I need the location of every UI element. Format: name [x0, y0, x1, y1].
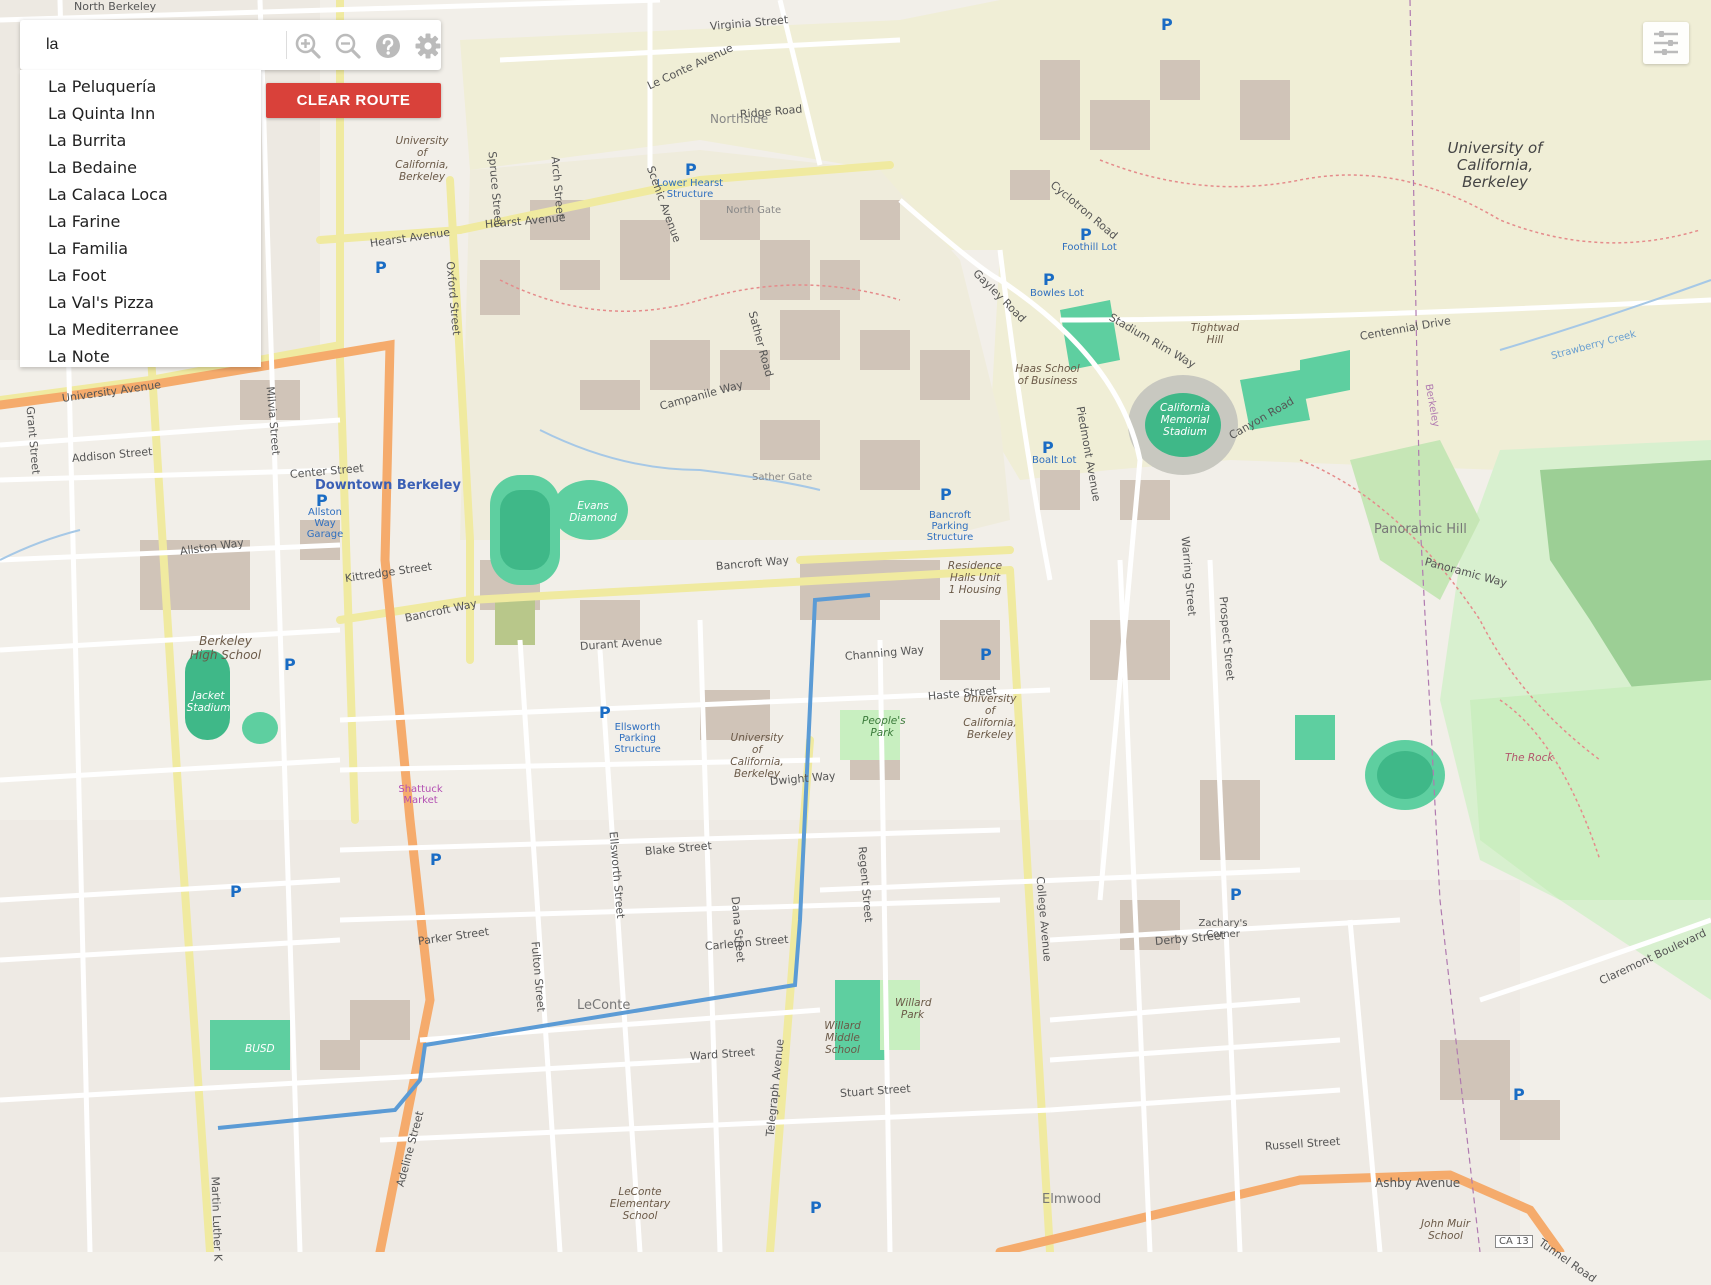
suggestion-item[interactable]: La Val's Pizza: [20, 289, 261, 316]
label-ca13: CA 13: [1495, 1235, 1533, 1248]
svg-text:P: P: [599, 703, 611, 722]
svg-text:P: P: [230, 882, 242, 901]
label-boalt-lot: Boalt Lot: [1032, 455, 1077, 466]
label-evans-diamond: Evans Diamond: [569, 500, 617, 524]
label-bancroft-parking: Bancroft Parking Structure: [926, 510, 974, 543]
svg-text:P: P: [284, 655, 296, 674]
label-leconte-school: LeConte Elementary School: [609, 1186, 671, 1222]
label-berkeley-high: Berkeley High School: [189, 634, 262, 662]
suggestion-item[interactable]: La Burrita: [20, 127, 261, 154]
zoom-out-button[interactable]: [332, 30, 364, 62]
label-downtown: Downtown Berkeley: [315, 478, 461, 493]
gear-icon: [415, 33, 441, 59]
svg-text:P: P: [940, 485, 952, 504]
search-input[interactable]: [30, 29, 275, 61]
label-residence-halls: Residence Halls Unit 1 Housing: [947, 560, 1003, 596]
label-uc-berkeley: University of California, Berkeley: [1447, 139, 1543, 191]
label-foothill-lot: Foothill Lot: [1062, 242, 1117, 253]
label-busd: BUSD: [245, 1043, 275, 1055]
svg-text:P: P: [1043, 270, 1055, 289]
label-uc-berkeley-west: University of California, Berkeley: [395, 135, 449, 183]
label-north-gate: North Gate: [726, 205, 782, 216]
svg-text:P: P: [980, 645, 992, 664]
layers-icon: [1654, 31, 1678, 55]
label-jacket-stadium: Jacket Stadium: [186, 690, 231, 714]
label-peoples-park: People's Park: [862, 715, 906, 739]
label-bowles-lot: Bowles Lot: [1030, 288, 1084, 299]
zoom-in-button[interactable]: [292, 30, 324, 62]
svg-text:P: P: [1161, 15, 1173, 34]
svg-text:P: P: [1230, 885, 1242, 904]
svg-text:P: P: [685, 160, 697, 179]
zoom-out-icon: [335, 33, 361, 59]
help-icon: [376, 34, 400, 58]
street-ashby-ave: Ashby Avenue: [1375, 1176, 1461, 1190]
label-haas: Haas School of Business: [1015, 363, 1080, 387]
label-john-muir: John Muir School: [1420, 1218, 1471, 1242]
suggestion-item[interactable]: La Farine: [20, 208, 261, 235]
suggestion-item[interactable]: La Foot: [20, 262, 261, 289]
label-uc-berkeley-s1: University of California, Berkeley: [963, 693, 1017, 741]
label-ellsworth-parking: Ellsworth Parking Structure: [614, 722, 661, 755]
layers-button[interactable]: [1643, 22, 1689, 64]
svg-text:P: P: [810, 1198, 822, 1217]
suggestion-item[interactable]: La Quinta Inn: [20, 100, 261, 127]
svg-text:P: P: [430, 850, 442, 869]
label-panoramic-hill: Panoramic Hill: [1374, 522, 1467, 537]
label-allston-garage: Allston Way Garage: [306, 507, 344, 540]
svg-text:P: P: [375, 258, 387, 277]
label-elmwood: Elmwood: [1042, 1192, 1102, 1207]
label-stadium: California Memorial Stadium: [1159, 402, 1211, 438]
label-north-berkeley: North Berkeley: [74, 0, 157, 13]
clear-route-button[interactable]: CLEAR ROUTE: [266, 83, 441, 118]
label-willard-park: Willard Park: [895, 997, 932, 1021]
label-tightwad: Tightwad Hill: [1190, 322, 1240, 346]
label-sather-gate: Sather Gate: [752, 472, 813, 483]
suggestion-item[interactable]: La Familia: [20, 235, 261, 262]
label-shattuck-market: Shattuck Market: [398, 784, 443, 806]
search-panel: [20, 20, 441, 70]
suggestion-item[interactable]: La Note: [20, 343, 261, 370]
label-the-rock: The Rock: [1505, 752, 1554, 764]
suggestion-item[interactable]: La Calaca Loca: [20, 181, 261, 208]
search-separator: [286, 31, 287, 59]
suggestion-item[interactable]: La Mediterranee: [20, 316, 261, 343]
label-leconte: LeConte: [577, 998, 631, 1013]
svg-text:P: P: [1513, 1085, 1525, 1104]
search-suggestions: La Peluquería La Quinta Inn La Burrita L…: [20, 70, 261, 367]
label-willard-ms: Willard Middle School: [824, 1020, 861, 1056]
suggestion-item[interactable]: La Peluquería: [20, 73, 261, 100]
zoom-in-icon: [295, 33, 321, 59]
label-uc-berkeley-s2: University of California, Berkeley: [730, 732, 784, 780]
help-button[interactable]: [372, 30, 404, 62]
settings-button[interactable]: [412, 30, 444, 62]
suggestion-item[interactable]: La Bedaine: [20, 154, 261, 181]
